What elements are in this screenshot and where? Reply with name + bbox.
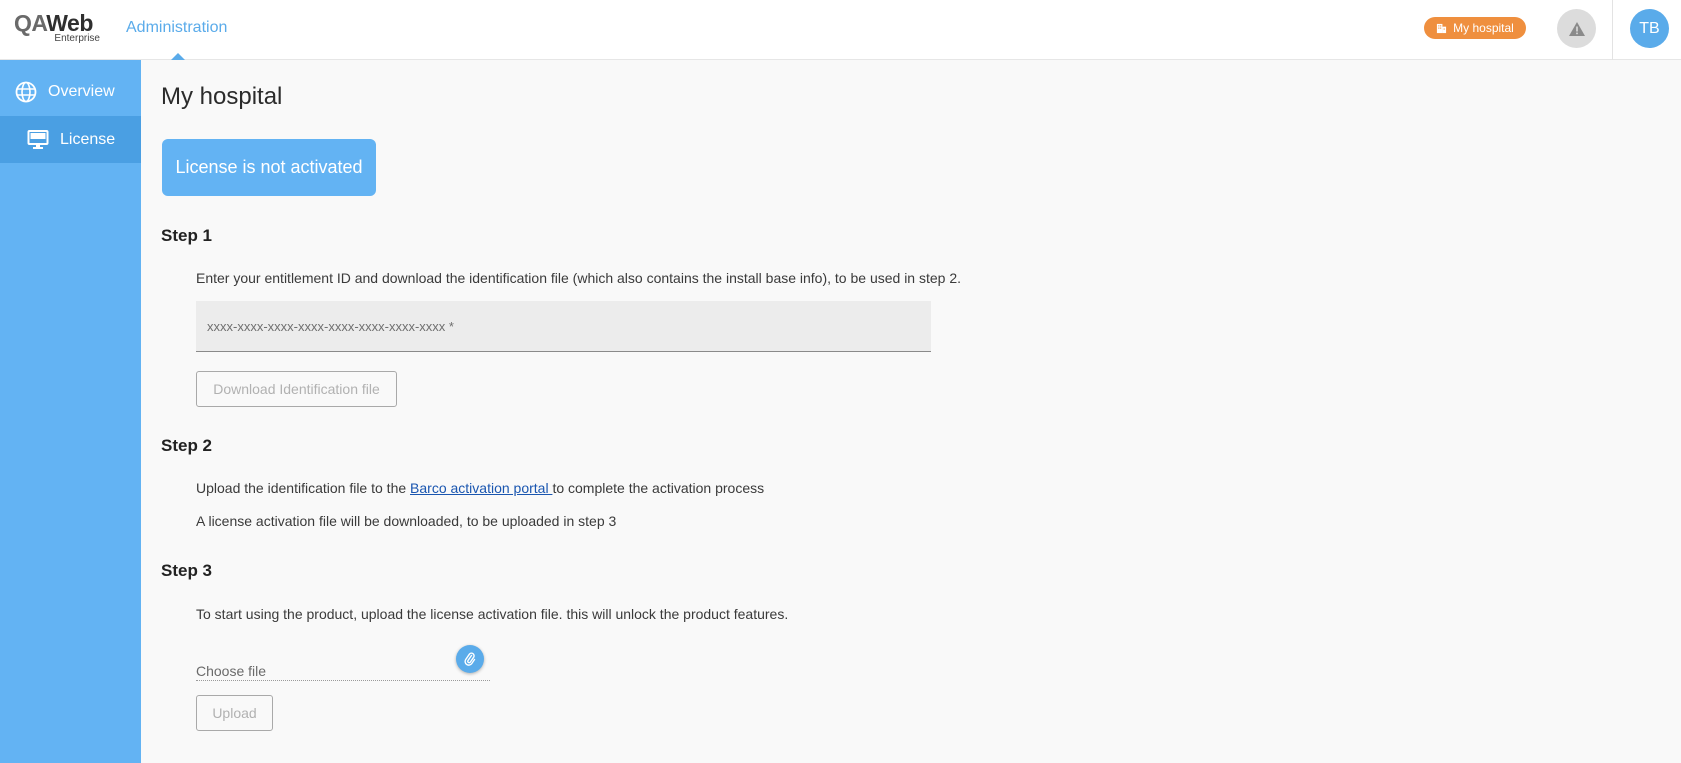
choose-file-label: Choose file xyxy=(196,663,267,679)
nav-active-indicator xyxy=(171,53,185,60)
globe-icon xyxy=(15,81,37,103)
logo-subtitle: Enterprise xyxy=(54,33,100,44)
header-divider xyxy=(1612,0,1613,60)
step2-title: Step 2 xyxy=(161,436,213,455)
hospital-badge[interactable]: My hospital xyxy=(1424,17,1526,39)
step2-line1-prefix: Upload the identification file to the xyxy=(196,480,411,496)
logo-qa-text: QA xyxy=(14,10,47,36)
step3-description: To start using the product, upload the l… xyxy=(196,606,789,622)
step1-description: Enter your entitlement ID and download t… xyxy=(196,270,962,286)
user-avatar[interactable]: TB xyxy=(1630,9,1669,48)
step2-line1: Upload the identification file to the Ba… xyxy=(196,479,764,497)
step2-line1-suffix: to complete the activation process xyxy=(552,480,765,496)
download-identification-button[interactable]: Download Identification file xyxy=(196,371,397,407)
license-status-banner: License is not activated xyxy=(162,139,376,196)
sidebar-item-label: License xyxy=(60,131,116,148)
warning-icon xyxy=(1568,21,1585,36)
nav-administration[interactable]: Administration xyxy=(126,18,227,38)
hospital-badge-label: My hospital xyxy=(1453,21,1514,35)
page-title: My hospital xyxy=(161,83,283,110)
step3-title: Step 3 xyxy=(161,561,213,580)
monitor-icon xyxy=(27,130,49,149)
sidebar: Overview License xyxy=(0,60,141,763)
main-content: My hospital License is not activated Ste… xyxy=(141,60,1681,763)
step2-line2: A license activation file will be downlo… xyxy=(196,513,617,529)
alerts-button[interactable] xyxy=(1557,9,1596,48)
entitlement-id-input[interactable] xyxy=(196,301,931,352)
sidebar-item-label: Overview xyxy=(48,83,115,100)
paperclip-icon xyxy=(464,652,476,666)
upload-button[interactable]: Upload xyxy=(196,695,273,731)
barco-activation-portal-link[interactable]: Barco activation portal xyxy=(410,480,552,496)
step1-title: Step 1 xyxy=(161,226,213,245)
qaweb-logo[interactable]: QAWeb Enterprise xyxy=(14,10,100,46)
sidebar-item-overview[interactable]: Overview xyxy=(0,68,141,115)
attach-file-button[interactable] xyxy=(456,645,484,673)
building-icon xyxy=(1437,23,1447,33)
file-chooser-field[interactable]: Choose file xyxy=(196,663,490,681)
sidebar-item-license[interactable]: License xyxy=(0,116,141,163)
top-header: QAWeb Enterprise Administration My hospi… xyxy=(0,0,1681,60)
